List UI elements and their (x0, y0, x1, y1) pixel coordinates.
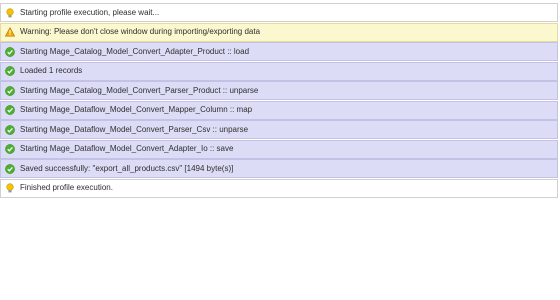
lightbulb-icon (5, 183, 15, 193)
log-row-start: Starting profile execution, please wait.… (0, 3, 558, 22)
log-row-success: Starting Mage_Catalog_Model_Convert_Adap… (0, 42, 558, 61)
success-check-icon (5, 163, 15, 174)
log-row-success: Starting Mage_Dataflow_Model_Convert_Ada… (0, 139, 558, 159)
success-check-icon (5, 66, 15, 76)
log-message: Starting profile execution, please wait.… (20, 7, 160, 17)
log-message: Loaded 1 records (20, 66, 83, 75)
log-message: Starting Mage_Dataflow_Model_Convert_Ada… (20, 144, 234, 153)
success-check-icon (5, 85, 15, 96)
log-message: Starting Mage_Dataflow_Model_Convert_Map… (20, 105, 253, 114)
log-row-success: Starting Mage_Catalog_Model_Convert_Pars… (0, 81, 558, 100)
profile-execution-log: Starting profile execution, please wait.… (0, 3, 558, 198)
success-check-icon (5, 144, 15, 154)
log-message: Warning: Please don't close window durin… (20, 27, 261, 36)
success-check-icon (5, 124, 15, 135)
log-row-finished: Finished profile execution. (0, 178, 558, 198)
log-message: Saved successfully: "export_all_products… (20, 163, 234, 173)
log-row-success: Saved successfully: "export_all_products… (0, 159, 558, 178)
warning-icon (5, 27, 15, 37)
log-row-success: Loaded 1 records (0, 61, 558, 81)
log-message: Starting Mage_Catalog_Model_Convert_Pars… (20, 85, 259, 95)
log-row-success: Starting Mage_Dataflow_Model_Convert_Map… (0, 100, 558, 120)
log-message: Starting Mage_Catalog_Model_Convert_Adap… (20, 46, 250, 56)
log-row-success: Starting Mage_Dataflow_Model_Convert_Par… (0, 120, 558, 139)
log-row-warning: Warning: Please don't close window durin… (0, 22, 558, 42)
log-message: Starting Mage_Dataflow_Model_Convert_Par… (20, 124, 249, 134)
success-check-icon (5, 46, 15, 57)
log-message: Finished profile execution. (20, 183, 113, 192)
lightbulb-icon (5, 7, 15, 18)
success-check-icon (5, 105, 15, 115)
